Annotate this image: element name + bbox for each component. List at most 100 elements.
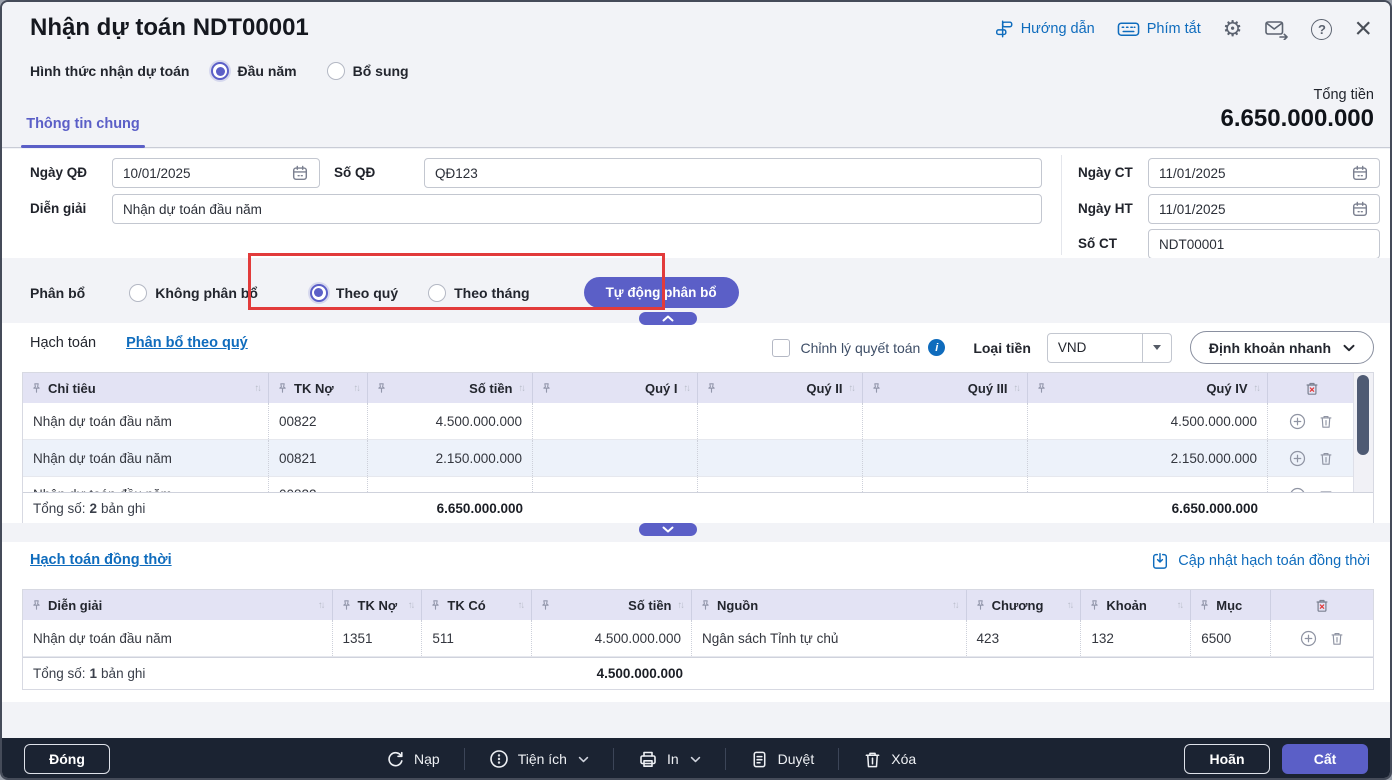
column-header[interactable]: Quý III ↑↓ [863, 373, 1028, 403]
sort-icon[interactable]: ↑↓ [849, 383, 856, 394]
column-header[interactable]: Quý I ↑↓ [533, 373, 698, 403]
radio-theo-thang[interactable]: Theo tháng [428, 283, 530, 302]
postpone-button[interactable]: Hoãn [1184, 744, 1270, 774]
scrollbar-thumb[interactable] [1357, 375, 1369, 455]
auto-allocate-button[interactable]: Tự động phân bổ [583, 277, 739, 308]
sort-icon[interactable]: ↑↓ [952, 600, 959, 611]
column-header[interactable]: Số tiền ↑↓ [368, 373, 533, 403]
sort-icon[interactable]: ↑↓ [1014, 383, 1021, 394]
pin-icon[interactable] [277, 382, 288, 394]
column-header[interactable]: Quý II ↑↓ [698, 373, 863, 403]
column-header[interactable]: Chương ↑↓ [967, 590, 1082, 620]
calendar-icon[interactable] [1351, 164, 1369, 182]
delete-row-icon[interactable] [1318, 450, 1334, 467]
sort-icon[interactable]: ↑↓ [519, 383, 526, 394]
send-mail-button[interactable] [1264, 18, 1289, 40]
pin-icon[interactable] [31, 382, 42, 394]
update-simultaneous-link[interactable]: Cập nhật hạch toán đồng thời [1151, 551, 1370, 570]
pin-icon[interactable] [540, 599, 551, 611]
sort-icon[interactable]: ↑↓ [1067, 600, 1074, 611]
sort-icon[interactable]: ↑↓ [678, 600, 685, 611]
dien-giai-input[interactable]: Nhận dự toán đầu năm [112, 194, 1042, 224]
utilities-button[interactable]: Tiện ích [485, 749, 593, 769]
sort-icon[interactable]: ↑↓ [1177, 600, 1184, 611]
ngay-ct-label: Ngày CT [1078, 165, 1133, 180]
ngay-ht-input[interactable]: 11/01/2025 [1148, 194, 1380, 224]
column-header[interactable]: Số tiền ↑↓ [532, 590, 692, 620]
table-row[interactable]: Nhận dự toán đầu năm 00821 2.150.000.000… [23, 440, 1355, 477]
adjust-checkbox[interactable] [772, 338, 791, 357]
delete-button[interactable]: Xóa [859, 750, 920, 769]
quick-entry-button[interactable]: Định khoản nhanh [1189, 331, 1374, 364]
add-row-icon[interactable] [1289, 413, 1306, 430]
delete-row-icon[interactable] [1318, 413, 1334, 430]
settings-button[interactable]: ⚙ [1223, 18, 1243, 40]
allocation-by-quarter-link[interactable]: Phân bổ theo quý [126, 335, 248, 351]
pin-icon[interactable] [871, 382, 882, 394]
close-button[interactable]: × [1354, 14, 1372, 44]
radio-khong-phan-bo[interactable]: Không phân bổ [129, 283, 258, 302]
pin-icon[interactable] [1036, 382, 1047, 394]
pin-icon[interactable] [1199, 599, 1210, 611]
so-ct-input[interactable]: NDT00001 [1148, 229, 1380, 259]
table-row-clipped[interactable]: Nhận dự toán đầu năm 00822 [23, 477, 1355, 492]
column-header[interactable]: Mục [1191, 590, 1272, 620]
approve-button[interactable]: Duyệt [746, 750, 819, 769]
close-form-button[interactable]: Đóng [24, 744, 110, 774]
sort-icon[interactable]: ↑↓ [518, 600, 525, 611]
sort-icon[interactable]: ↑↓ [318, 600, 325, 611]
radio-theo-quy[interactable]: Theo quý [309, 283, 398, 302]
pin-icon[interactable] [700, 599, 711, 611]
sort-icon[interactable]: ↑↓ [408, 600, 415, 611]
radio-dau-nam[interactable]: Đầu năm [211, 62, 297, 80]
column-header[interactable]: TK Nợ ↑↓ [269, 373, 368, 403]
sort-icon[interactable]: ↑↓ [354, 383, 361, 394]
ngay-qd-input[interactable]: 10/01/2025 [112, 158, 320, 188]
tab-thong-tin-chung[interactable]: Thông tin chung [21, 112, 145, 148]
delete-row-icon[interactable] [1318, 487, 1334, 492]
currency-select[interactable]: VND [1046, 332, 1172, 363]
column-header[interactable]: TK Nợ ↑↓ [333, 590, 423, 620]
sort-icon[interactable]: ↑↓ [684, 383, 691, 394]
column-header[interactable]: Nguồn ↑↓ [692, 590, 967, 620]
calendar-icon[interactable] [1351, 200, 1369, 218]
radio-bo-sung[interactable]: Bổ sung [326, 62, 409, 80]
delete-all-icon[interactable] [1304, 380, 1320, 397]
pin-icon[interactable] [341, 599, 352, 611]
pin-icon[interactable] [706, 382, 717, 394]
pin-icon[interactable] [31, 599, 42, 611]
pin-icon[interactable] [1089, 599, 1100, 611]
column-header[interactable]: Quý IV ↑↓ [1028, 373, 1268, 403]
so-qd-input[interactable]: QĐ123 [424, 158, 1042, 188]
pin-icon[interactable] [541, 382, 552, 394]
pin-icon[interactable] [430, 599, 441, 611]
column-header[interactable]: Khoản ↑↓ [1081, 590, 1192, 620]
expand-button[interactable] [639, 523, 697, 536]
simultaneous-title-link[interactable]: Hạch toán đồng thời [30, 552, 172, 568]
print-button[interactable]: In [634, 749, 705, 769]
ngay-ct-input[interactable]: 11/01/2025 [1148, 158, 1380, 188]
collapse-button[interactable] [639, 312, 697, 325]
column-header[interactable]: Diễn giải ↑↓ [23, 590, 333, 620]
delete-row-icon[interactable] [1329, 630, 1345, 647]
save-button[interactable]: Cất [1282, 744, 1368, 774]
vertical-scrollbar[interactable] [1353, 373, 1373, 492]
calendar-icon[interactable] [291, 164, 309, 182]
shortcuts-link[interactable]: Phím tắt [1117, 19, 1201, 39]
info-icon[interactable]: i [928, 339, 946, 356]
add-row-icon[interactable] [1289, 487, 1306, 492]
reload-button[interactable]: Nạp [382, 750, 444, 769]
add-row-icon[interactable] [1289, 450, 1306, 467]
column-header[interactable]: TK Có ↑↓ [422, 590, 533, 620]
table-row[interactable]: Nhận dự toán đầu năm 00822 4.500.000.000… [23, 403, 1355, 440]
column-header[interactable]: Chỉ tiêu ↑↓ [23, 373, 269, 403]
pin-icon[interactable] [975, 599, 986, 611]
pin-icon[interactable] [376, 382, 387, 394]
delete-all-icon[interactable] [1314, 597, 1330, 614]
sort-icon[interactable]: ↑↓ [1254, 383, 1261, 394]
guide-link[interactable]: Hướng dẫn [994, 19, 1095, 39]
sort-icon[interactable]: ↑↓ [255, 383, 262, 394]
table-row[interactable]: Nhận dự toán đầu năm 1351 511 4.500.000.… [23, 620, 1373, 657]
help-button[interactable]: ? [1311, 18, 1333, 40]
add-row-icon[interactable] [1300, 630, 1317, 647]
